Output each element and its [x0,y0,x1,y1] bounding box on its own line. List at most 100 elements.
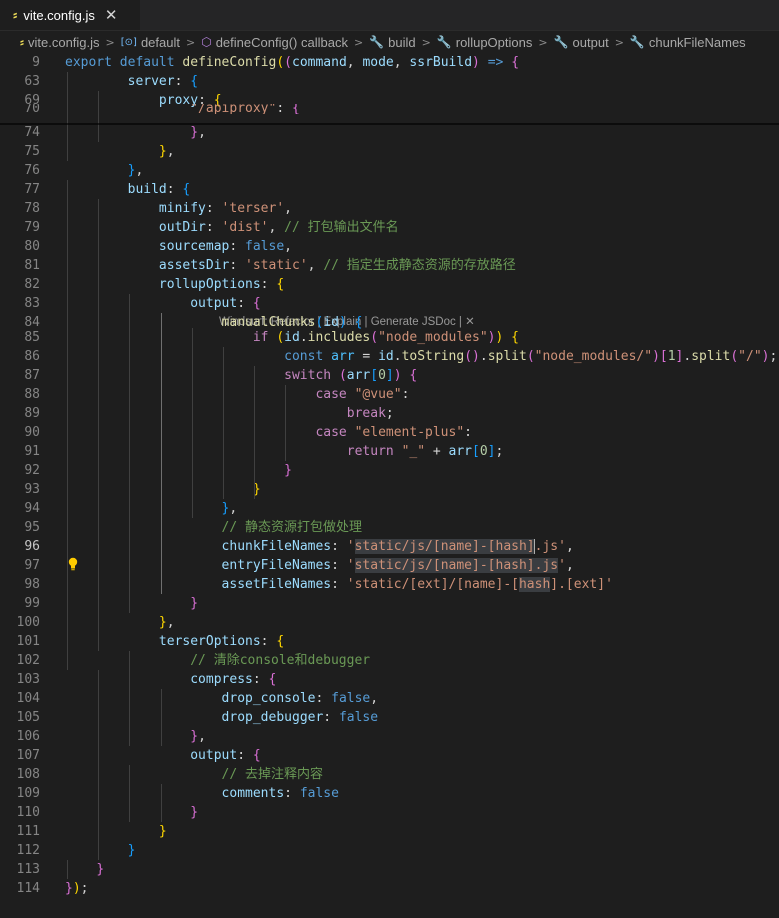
code-token: . [479,349,488,364]
line-code: export default defineConfig((command, mo… [65,53,519,72]
breadcrumb-item[interactable]: 🔧 build [369,35,415,50]
code-line[interactable]: 83 output: { [0,294,779,313]
breadcrumb-separator: > [186,35,196,49]
code-line[interactable]: 87 switch (arr[0]) { [0,366,779,385]
breadcrumb-item[interactable]: 🔧 rollupOptions [437,35,533,50]
code-line[interactable]: 108 // 去掉注释内容 [0,765,779,784]
line-number: 83 [24,296,40,311]
js-file-icon: ⸗ [20,35,24,49]
code-line[interactable]: 85 if (id.includes("node_modules")) { [0,328,779,347]
breadcrumb-item[interactable]: ⸗ vite.config.js [20,35,100,50]
code-line[interactable]: 107 output: { [0,746,779,765]
breadcrumb-label: build [388,34,416,50]
line-number: 94 [24,501,40,516]
code-line[interactable]: 63 server: { [0,72,779,91]
line-number: 100 [16,615,40,630]
code-line[interactable]: 113 } [0,860,779,879]
code-line[interactable]: 109 comments: false [0,784,779,803]
code-line[interactable]: 105 drop_debugger: false [0,708,779,727]
code-token: // 清除console和debugger [190,653,371,668]
code-line[interactable]: 86 const arr = id.toString().split("node… [0,347,779,366]
code-line[interactable]: 95 // 静态资源打包做处理 [0,518,779,537]
code-line[interactable]: 79 outDir: 'dist', // 打包输出文件名 [0,218,779,237]
line-number: 79 [24,220,40,235]
line-code: } [65,822,167,841]
code-token: assetsDir [158,258,230,273]
code-line[interactable]: 80 sourcemap: false, [0,237,779,256]
code-token: { [182,182,191,197]
code-line[interactable]: 76 }, [0,161,779,180]
code-token: 1 [667,349,676,364]
code-line[interactable]: 94 }, [0,499,779,518]
code-token: , [166,615,175,630]
line-number: 95 [24,520,40,535]
line-number: 93 [24,482,40,497]
code-token: : [464,425,472,440]
code-token: : [260,634,277,649]
code-line[interactable]: 75 }, [0,142,779,161]
line-number: 82 [24,277,40,292]
breadcrumb-item[interactable]: 🔧 output [554,35,609,50]
code-line[interactable]: 81 assetsDir: 'static', // 指定生成静态资源的存放路径 [0,256,779,275]
code-token: return [346,444,394,459]
breadcrumb-item[interactable]: [⊙] default [121,35,180,50]
code-line[interactable]: 101 terserOptions: { [0,632,779,651]
code-token: : [237,296,253,311]
breadcrumb-separator: > [105,35,115,49]
code-line[interactable]: 93 } [0,480,779,499]
code-token: } [158,615,167,630]
line-number: 77 [24,182,40,197]
code-line[interactable]: 82 rollupOptions: { [0,275,779,294]
code-line[interactable]: 99 } [0,594,779,613]
line-code: } [65,860,104,879]
code-line[interactable]: 90 case "element-plus": [0,423,779,442]
code-token: ].[ext]' [550,577,613,592]
code-line[interactable]: 97 entryFileNames: 'static/js/[name]-[ha… [0,556,779,575]
code-token: [ [659,349,668,364]
code-line[interactable]: 91 return "_" + arr[0]; [0,442,779,461]
code-editor[interactable]: Windsurf: Refactor | Explain | Generate … [0,53,779,918]
code-line[interactable]: 89 break; [0,404,779,423]
code-line[interactable]: 96 chunkFileNames: 'static/js/[name]-[ha… [0,537,779,556]
code-line[interactable]: 103 compress: { [0,670,779,689]
code-line[interactable]: 77 build: { [0,180,779,199]
close-icon[interactable]: ✕ [105,6,118,24]
code-line[interactable]: 78 minify: 'terser', [0,199,779,218]
code-line[interactable]: 104 drop_console: false, [0,689,779,708]
code-line[interactable]: 106 }, [0,727,779,746]
indent-guide [254,366,256,499]
tab-vite-config[interactable]: ⸗ vite.config.js ✕ [0,0,140,30]
code-token: { [511,330,519,345]
code-line[interactable]: 74 }, [0,123,779,142]
code-token: , [198,125,206,140]
code-line[interactable]: 9 export default defineConfig((command, m… [0,53,779,72]
wrench-icon: 🔧 [629,35,645,49]
indent-guide [98,670,100,860]
code-line[interactable]: 110 } [0,803,779,822]
code-token: : [315,691,332,706]
code-token: ( [730,349,739,364]
code-line[interactable]: 88 case "@vue": [0,385,779,404]
breadcrumb-item[interactable]: 🔧 chunkFileNames [630,35,746,50]
code-line[interactable]: 92 } [0,461,779,480]
breadcrumb-item[interactable]: ⬡ defineConfig() callback [201,35,348,50]
code-token: { [276,277,285,292]
code-line[interactable]: 114}); [0,879,779,898]
code-line[interactable]: 100 }, [0,613,779,632]
code-line[interactable]: 112 } [0,841,779,860]
line-code: // 静态资源打包做处理 [65,518,362,537]
code-line[interactable]: 70 "/apiproxy": { [0,104,779,114]
code-token: "/" [738,349,762,364]
code-line[interactable]: 111 } [0,822,779,841]
code-line[interactable]: 102 // 清除console和debugger [0,651,779,670]
line-code: compress: { [65,670,276,689]
code-line[interactable]: 98 assetFileNames: 'static/[ext]/[name]-… [0,575,779,594]
code-token: , [268,220,285,235]
